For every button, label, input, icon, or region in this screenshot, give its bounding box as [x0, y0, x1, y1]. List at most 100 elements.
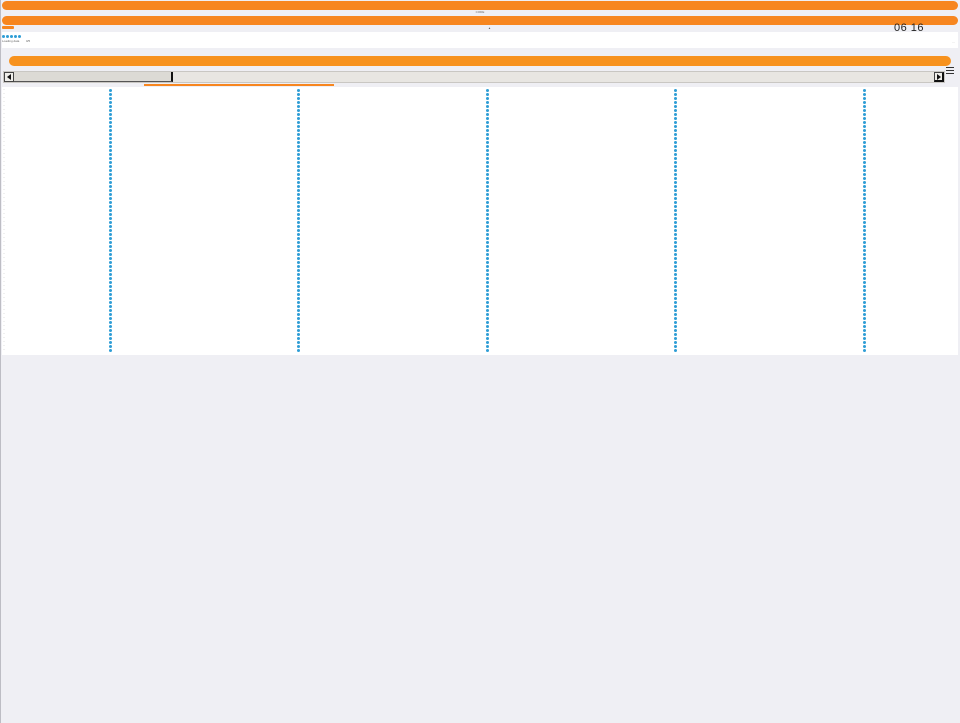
cell-radio-dot[interactable]	[297, 141, 300, 144]
cell-radio-dot[interactable]	[297, 337, 300, 340]
cell-radio-dot[interactable]	[109, 245, 112, 248]
cell-radio-dot[interactable]	[297, 301, 300, 304]
cell-radio-dot[interactable]	[486, 269, 489, 272]
cell-radio-dot[interactable]	[109, 241, 112, 244]
cell-radio-dot[interactable]	[297, 221, 300, 224]
cell-radio-dot[interactable]	[863, 325, 866, 328]
cell-radio-dot[interactable]	[674, 265, 677, 268]
cell-radio-dot[interactable]	[109, 265, 112, 268]
menu-icon[interactable]	[946, 67, 954, 76]
cell-radio-dot[interactable]	[109, 209, 112, 212]
cell-radio-dot[interactable]	[297, 209, 300, 212]
cell-radio-dot[interactable]	[674, 213, 677, 216]
cell-radio-dot[interactable]	[109, 185, 112, 188]
cell-radio-dot[interactable]	[486, 337, 489, 340]
cell-radio-dot[interactable]	[863, 269, 866, 272]
cell-radio-dot[interactable]	[109, 325, 112, 328]
cell-radio-dot[interactable]	[674, 345, 677, 348]
cell-radio-dot[interactable]	[486, 257, 489, 260]
cell-radio-dot[interactable]	[863, 97, 866, 100]
cell-radio-dot[interactable]	[486, 157, 489, 160]
cell-radio-dot[interactable]	[109, 121, 112, 124]
cell-radio-dot[interactable]	[674, 89, 677, 92]
cell-radio-dot[interactable]	[297, 177, 300, 180]
cell-radio-dot[interactable]	[674, 133, 677, 136]
cell-radio-dot[interactable]	[863, 193, 866, 196]
page-dot[interactable]	[14, 35, 17, 38]
cell-radio-dot[interactable]	[486, 245, 489, 248]
cell-radio-dot[interactable]	[486, 341, 489, 344]
cell-radio-dot[interactable]	[486, 329, 489, 332]
cell-radio-dot[interactable]	[863, 101, 866, 104]
cell-radio-dot[interactable]	[863, 113, 866, 116]
cell-radio-dot[interactable]	[863, 241, 866, 244]
cell-radio-dot[interactable]	[109, 293, 112, 296]
cell-radio-dot[interactable]	[486, 237, 489, 240]
cell-radio-dot[interactable]	[863, 153, 866, 156]
cell-radio-dot[interactable]	[486, 141, 489, 144]
cell-radio-dot[interactable]	[674, 193, 677, 196]
cell-radio-dot[interactable]	[863, 245, 866, 248]
cell-radio-dot[interactable]	[486, 333, 489, 336]
cell-radio-dot[interactable]	[109, 133, 112, 136]
cell-radio-dot[interactable]	[109, 289, 112, 292]
cell-radio-dot[interactable]	[674, 209, 677, 212]
cell-radio-dot[interactable]	[486, 97, 489, 100]
cell-radio-dot[interactable]	[486, 165, 489, 168]
cell-radio-dot[interactable]	[674, 141, 677, 144]
cell-radio-dot[interactable]	[297, 117, 300, 120]
cell-radio-dot[interactable]	[486, 233, 489, 236]
cell-radio-dot[interactable]	[486, 229, 489, 232]
cell-radio-dot[interactable]	[486, 133, 489, 136]
cell-radio-dot[interactable]	[109, 217, 112, 220]
cell-radio-dot[interactable]	[486, 273, 489, 276]
cell-radio-dot[interactable]	[486, 189, 489, 192]
cell-radio-dot[interactable]	[109, 173, 112, 176]
cell-radio-dot[interactable]	[674, 277, 677, 280]
cell-radio-dot[interactable]	[863, 173, 866, 176]
cell-radio-dot[interactable]	[486, 297, 489, 300]
cell-radio-dot[interactable]	[297, 349, 300, 352]
cell-radio-dot[interactable]	[863, 297, 866, 300]
cell-radio-dot[interactable]	[863, 201, 866, 204]
cell-radio-dot[interactable]	[109, 269, 112, 272]
cell-radio-dot[interactable]	[109, 113, 112, 116]
cell-radio-dot[interactable]	[109, 253, 112, 256]
cell-radio-dot[interactable]	[674, 113, 677, 116]
cell-radio-dot[interactable]	[863, 265, 866, 268]
cell-radio-dot[interactable]	[674, 309, 677, 312]
cell-radio-dot[interactable]	[486, 105, 489, 108]
cell-radio-dot[interactable]	[674, 177, 677, 180]
cell-radio-dot[interactable]	[863, 217, 866, 220]
cell-radio-dot[interactable]	[109, 329, 112, 332]
cell-radio-dot[interactable]	[863, 237, 866, 240]
cell-radio-dot[interactable]	[297, 165, 300, 168]
cell-radio-dot[interactable]	[109, 161, 112, 164]
cell-radio-dot[interactable]	[297, 97, 300, 100]
cell-radio-dot[interactable]	[674, 245, 677, 248]
scroll-left-button[interactable]	[4, 72, 14, 82]
cell-radio-dot[interactable]	[297, 125, 300, 128]
cell-radio-dot[interactable]	[674, 237, 677, 240]
cell-radio-dot[interactable]	[297, 325, 300, 328]
cell-radio-dot[interactable]	[297, 181, 300, 184]
cell-radio-dot[interactable]	[486, 241, 489, 244]
cell-radio-dot[interactable]	[863, 249, 866, 252]
cell-radio-dot[interactable]	[863, 317, 866, 320]
cell-radio-dot[interactable]	[109, 321, 112, 324]
cell-radio-dot[interactable]	[486, 149, 489, 152]
cell-radio-dot[interactable]	[863, 117, 866, 120]
cell-radio-dot[interactable]	[297, 277, 300, 280]
cell-radio-dot[interactable]	[109, 165, 112, 168]
cell-radio-dot[interactable]	[674, 321, 677, 324]
cell-radio-dot[interactable]	[486, 209, 489, 212]
cell-radio-dot[interactable]	[109, 129, 112, 132]
cell-radio-dot[interactable]	[297, 249, 300, 252]
cell-radio-dot[interactable]	[674, 161, 677, 164]
cell-radio-dot[interactable]	[109, 273, 112, 276]
cell-radio-dot[interactable]	[863, 277, 866, 280]
cell-radio-dot[interactable]	[297, 229, 300, 232]
scroll-right-button[interactable]	[934, 72, 944, 82]
cell-radio-dot[interactable]	[863, 89, 866, 92]
cell-radio-dot[interactable]	[109, 313, 112, 316]
